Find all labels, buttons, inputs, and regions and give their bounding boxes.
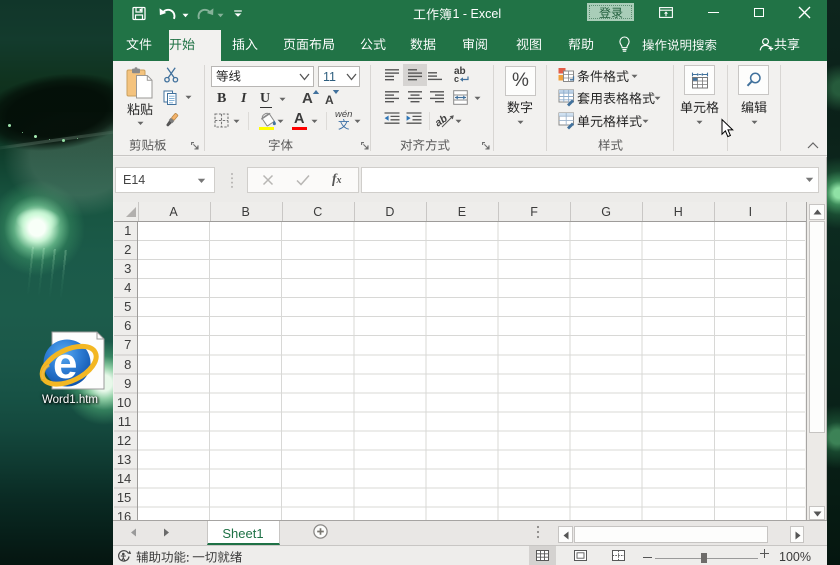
svg-text:c: c [454,74,459,84]
